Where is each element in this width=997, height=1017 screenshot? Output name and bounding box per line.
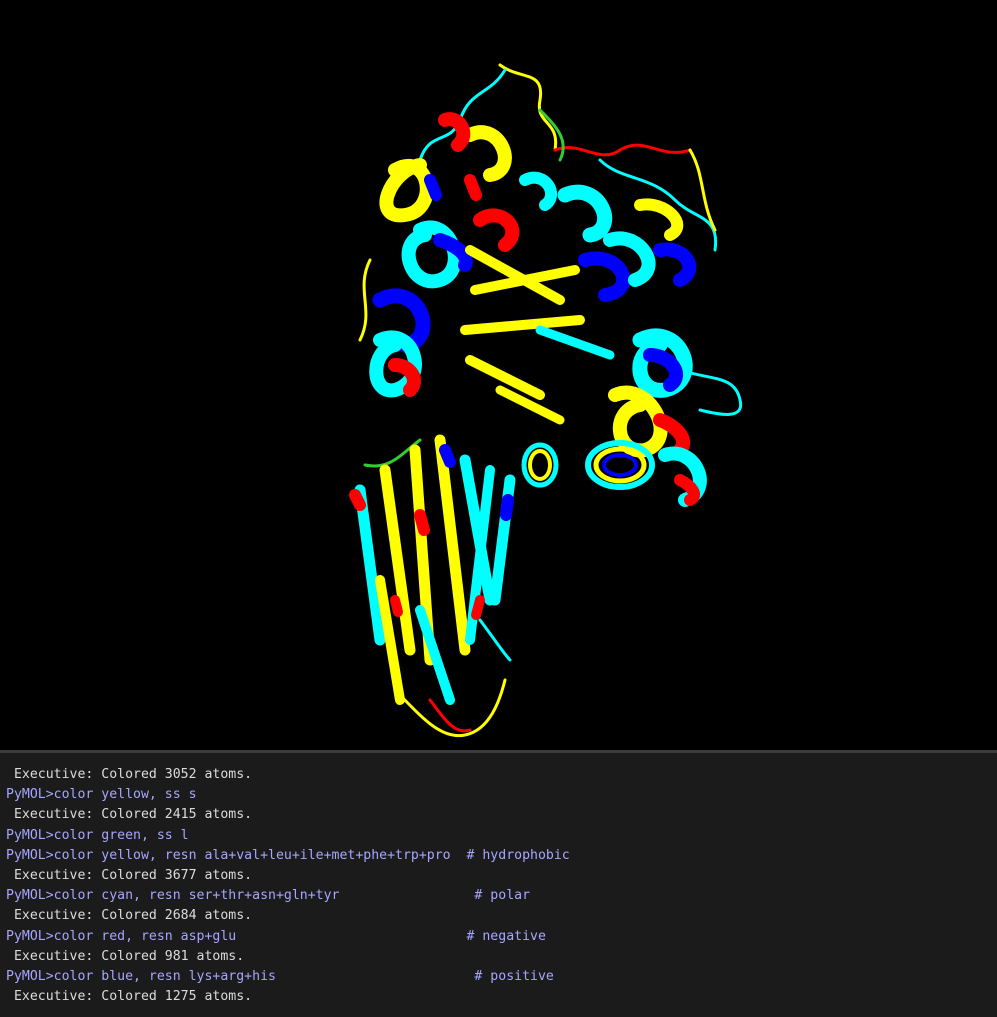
charge-patch bbox=[414, 509, 430, 536]
strand bbox=[354, 484, 386, 646]
output-line: Executive: Colored 981 atoms. bbox=[6, 948, 245, 964]
command-line: PyMOL>color green, ss l bbox=[6, 827, 189, 843]
helix bbox=[379, 158, 434, 223]
helix bbox=[519, 171, 557, 211]
loop-strand bbox=[553, 143, 692, 157]
helix-end-on bbox=[602, 453, 638, 477]
charge-patch bbox=[349, 489, 366, 511]
helix bbox=[463, 125, 512, 182]
charge-patch bbox=[390, 595, 403, 617]
helix bbox=[473, 208, 520, 252]
charge-patch bbox=[464, 174, 482, 201]
molecular-viewport[interactable] bbox=[0, 0, 997, 750]
strand bbox=[434, 434, 471, 656]
helix bbox=[438, 112, 471, 152]
helix bbox=[578, 251, 631, 302]
output-line: Executive: Colored 1275 atoms. bbox=[6, 989, 253, 1005]
log-lines: Executive: Colored 3052 atoms. PyMOL>colo… bbox=[6, 765, 570, 1007]
helix bbox=[634, 198, 684, 241]
command-log: Executive: Colored 3052 atoms. PyMOL>colo… bbox=[0, 753, 997, 1017]
helix bbox=[643, 348, 683, 392]
output-line: Executive: Colored 3677 atoms. bbox=[6, 867, 253, 883]
helix bbox=[557, 184, 613, 243]
loop-strand bbox=[358, 258, 372, 342]
charge-patch bbox=[471, 595, 485, 620]
command-line: PyMOL>color blue, resn lys+arg+his # pos… bbox=[6, 968, 554, 984]
command-line: PyMOL>color red, resn asp+glu # negative bbox=[6, 928, 546, 944]
output-line: Executive: Colored 2684 atoms. bbox=[6, 908, 253, 924]
loop-strand bbox=[498, 63, 558, 152]
loop-strand bbox=[478, 618, 512, 662]
strand bbox=[470, 265, 580, 295]
helix-end-on bbox=[528, 449, 552, 481]
helix bbox=[653, 242, 697, 287]
command-line: PyMOL>color yellow, resn ala+val+leu+ile… bbox=[6, 847, 570, 863]
strand bbox=[460, 315, 585, 335]
output-line: Executive: Colored 2415 atoms. bbox=[6, 807, 253, 823]
charge-patch bbox=[500, 494, 514, 521]
charge-patch bbox=[439, 444, 456, 468]
command-line: PyMOL>color cyan, resn ser+thr+asn+gln+t… bbox=[6, 888, 531, 904]
output-line: Executive: Colored 3052 atoms. bbox=[6, 767, 253, 782]
protein-cartoon bbox=[349, 63, 743, 738]
charge-patch bbox=[424, 174, 442, 201]
command-line: PyMOL>color yellow, ss s bbox=[6, 787, 197, 803]
strand bbox=[535, 325, 615, 360]
